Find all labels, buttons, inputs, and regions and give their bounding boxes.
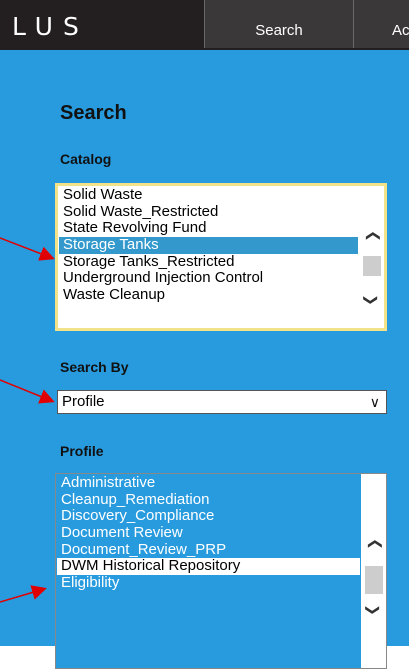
catalog-item[interactable]: State Revolving Fund [59,220,358,237]
chevron-down-icon[interactable]: ❯ [362,288,382,313]
catalog-scrollbar[interactable]: ❯ ❯ [359,186,384,328]
catalog-label: Catalog [60,151,112,167]
profile-item[interactable]: Administrative [57,474,360,492]
app-logo: LUS [12,12,89,41]
profile-item-unselected[interactable]: DWM Historical Repository [57,558,360,576]
catalog-item[interactable]: Storage Tanks_Restricted [59,253,358,271]
dropdown-caret-icon: ∨ [369,394,380,410]
profile-label: Profile [60,443,104,459]
catalog-item[interactable]: Waste Cleanup [59,286,358,304]
catalog-item[interactable]: Solid Waste [59,186,358,204]
profile-item[interactable]: Eligibility [57,574,360,592]
catalog-item-selected[interactable]: Storage Tanks [59,236,358,254]
panel-title: Search [60,102,127,124]
search-by-value: Profile [62,393,105,410]
search-panel: Search Catalog Solid Waste Solid Waste_R… [0,50,409,669]
profile-item[interactable]: Document_Review_PRP [57,541,360,559]
profile-item[interactable]: Document Review [57,524,360,542]
search-by-label: Search By [60,359,129,375]
profile-item[interactable]: Discovery_Compliance [57,508,360,525]
top-bar: LUS Search Ac [0,0,409,50]
profile-listbox[interactable]: Administrative Cleanup_Remediation Disco… [55,473,387,669]
profile-items: Administrative Cleanup_Remediation Disco… [57,474,360,592]
catalog-item[interactable]: Solid Waste_Restricted [59,203,358,221]
chevron-up-icon[interactable]: ❯ [362,224,382,249]
profile-item[interactable]: Cleanup_Remediation [57,491,360,509]
catalog-listbox[interactable]: Solid Waste Solid Waste_Restricted State… [55,183,387,331]
catalog-items: Solid Waste Solid Waste_Restricted State… [59,186,358,304]
tab-truncated[interactable]: Ac [353,0,409,48]
scroll-thumb[interactable] [365,566,383,594]
scroll-thumb[interactable] [363,256,381,276]
search-by-select[interactable]: Profile ∨ [57,390,387,414]
profile-scrollbar[interactable]: ❯ ❯ [361,474,386,668]
chevron-up-icon[interactable]: ❯ [364,532,384,557]
tab-search[interactable]: Search [204,0,353,48]
catalog-item[interactable]: Underground Injection Control [59,270,358,287]
chevron-down-icon[interactable]: ❯ [364,598,384,623]
